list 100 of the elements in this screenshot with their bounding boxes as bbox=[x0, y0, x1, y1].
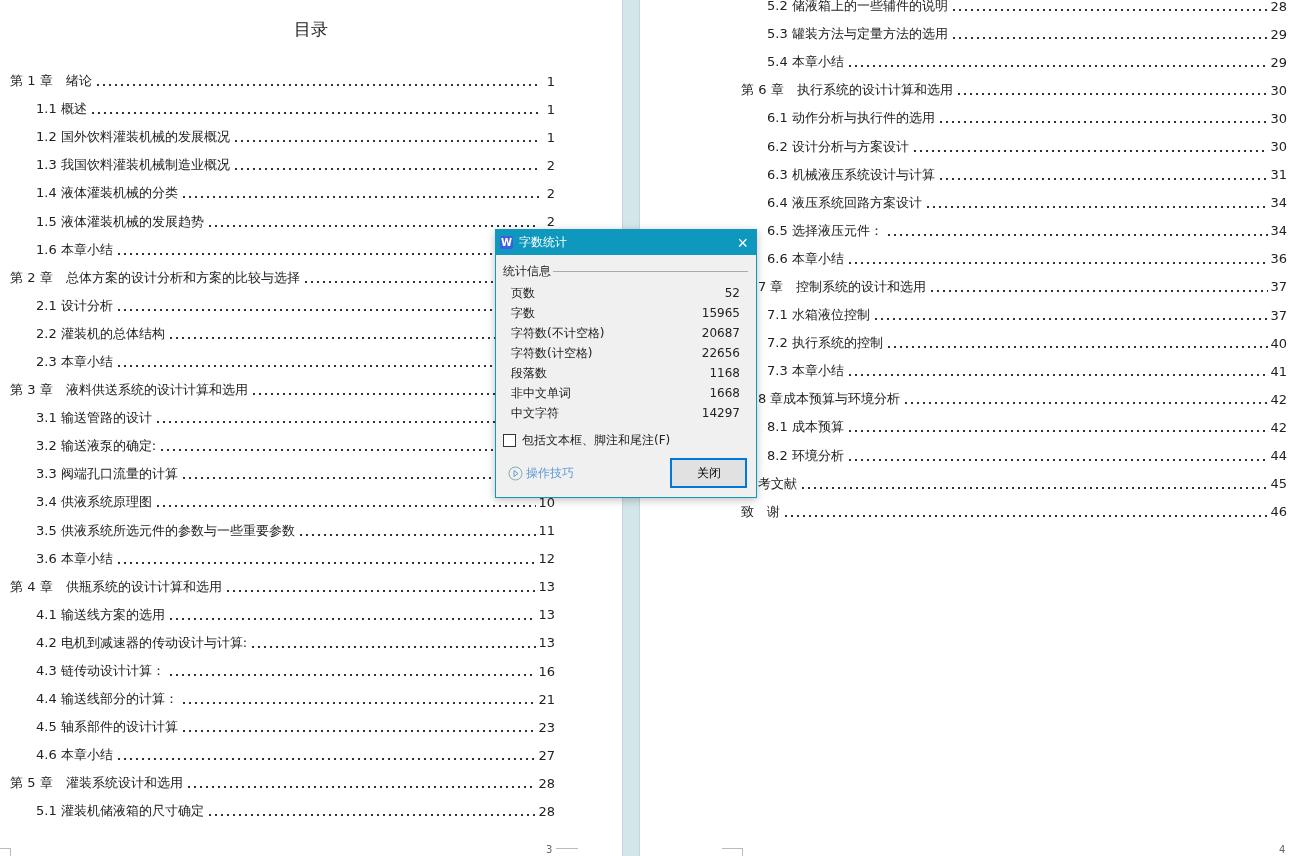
page-number: 12 bbox=[537, 551, 555, 567]
toc-entry: 4.5 轴系部件的设计计算 bbox=[36, 718, 179, 737]
page-number: 11 bbox=[537, 523, 555, 539]
stat-value: 14297 bbox=[701, 406, 740, 420]
toc-entry: 7.1 水箱液位控制 bbox=[767, 306, 871, 325]
page-number: 10 bbox=[537, 494, 555, 510]
toc-entry: 第 1 章 绪论 bbox=[10, 72, 93, 91]
play-icon bbox=[508, 465, 523, 481]
page-number: 13 bbox=[537, 635, 555, 651]
page-number: 2 bbox=[545, 214, 555, 229]
page-number: 1 bbox=[545, 73, 555, 89]
page-number: 21 bbox=[537, 691, 555, 707]
stat-value: 52 bbox=[724, 286, 740, 300]
page-number: 30 bbox=[1269, 82, 1287, 98]
page-number: 2 bbox=[545, 157, 555, 173]
dialog-title: 字数统计 bbox=[519, 234, 568, 251]
toc-entry: 第 6 章 执行系统的设计计算和选用 bbox=[741, 81, 954, 100]
page-number: 13 bbox=[537, 579, 555, 595]
toc-entry: 5.3 罐装方法与定量方法的选用 bbox=[767, 25, 949, 44]
stat-label: 页数 bbox=[511, 284, 535, 302]
page-number: 46 bbox=[1269, 504, 1287, 520]
page-number: 37 bbox=[1269, 279, 1287, 295]
toc-entry: 第 5 章 灌装系统设计和选用 bbox=[10, 774, 184, 793]
stat-value: 15965 bbox=[701, 306, 740, 320]
page-number: 30 bbox=[1269, 139, 1287, 154]
stat-label: 非中文单词 bbox=[511, 384, 571, 402]
toc-entry: 7.2 执行系统的控制 bbox=[767, 334, 884, 353]
page-number: 40 bbox=[1269, 335, 1287, 351]
stat-value: 22656 bbox=[701, 346, 740, 360]
toc-entry: 2.3 本章小结 bbox=[36, 353, 114, 371]
toc-entry: 4.2 电机到减速器的传动设计与计算: bbox=[36, 633, 249, 652]
toc-entry: 8 章成本预算与环境分析 bbox=[758, 390, 902, 409]
toc-title: 目录 bbox=[293, 18, 329, 41]
toc-entry: 1.6 本章小结 bbox=[36, 240, 114, 259]
stat-label: 字符数(计空格) bbox=[511, 344, 593, 362]
toc-entry: 6.3 机械液压系统设计与计算 bbox=[767, 165, 936, 184]
page-number: 30 bbox=[1269, 110, 1287, 126]
toc-entry: 5.4 本章小结 bbox=[767, 53, 845, 72]
toc-entry: 致 谢 bbox=[741, 502, 781, 521]
page-number: 28 bbox=[1269, 0, 1287, 14]
page-number: 28 bbox=[537, 775, 555, 791]
page-footer-number: 4 bbox=[1279, 844, 1286, 856]
toc-entry: 第 4 章 供瓶系统的设计计算和选用 bbox=[10, 577, 223, 596]
page-number: 1 bbox=[545, 129, 555, 145]
toc-entry: 5.1 灌装机储液箱的尺寸确定 bbox=[36, 802, 205, 821]
toc-entry: 4.1 输送线方案的选用 bbox=[36, 605, 166, 624]
toc-entry: 5.2 储液箱上的一些辅件的说明 bbox=[767, 0, 949, 16]
page-number: 23 bbox=[537, 719, 555, 735]
page-number: 16 bbox=[537, 663, 555, 679]
toc-entry: 1.5 液体灌装机械的发展趋势 bbox=[36, 212, 205, 231]
toc-entry: 6.1 动作分析与执行件的选用 bbox=[767, 109, 936, 128]
checkbox-label[interactable]: 包括文本框、脚注和尾注(F) bbox=[522, 432, 671, 449]
close-dialog-button[interactable]: 关闭 bbox=[670, 458, 747, 488]
toc-entry: 6.4 液压系统回路方案设计 bbox=[767, 193, 923, 212]
page-number: 36 bbox=[1269, 251, 1287, 267]
page-number: 13 bbox=[537, 607, 555, 623]
toc-entry: 4.6 本章小结 bbox=[36, 746, 114, 765]
toc-entry: 6.6 本章小结 bbox=[767, 249, 845, 268]
page-number: 41 bbox=[1269, 363, 1287, 379]
page-number: 29 bbox=[1269, 26, 1287, 42]
toc-entry: 考文献 bbox=[758, 474, 798, 493]
page-number: 34 bbox=[1269, 223, 1287, 239]
page-number: 42 bbox=[1269, 419, 1287, 435]
toc-entry: 3.2 输送液泵的确定: bbox=[36, 437, 158, 456]
toc-entry: 第 3 章 液料供送系统的设计计算和选用 bbox=[10, 381, 249, 400]
toc-entry: 1.1 概述 bbox=[36, 100, 88, 119]
toc-entry: 7 章 控制系统的设计和选用 bbox=[758, 278, 928, 296]
page-number: 2 bbox=[545, 185, 555, 201]
toc-entry: 3.3 阀端孔口流量的计算 bbox=[36, 465, 179, 484]
toc-entry: 8.1 成本预算 bbox=[767, 418, 845, 437]
page-number: 28 bbox=[537, 804, 555, 819]
toc-entry: 1.4 液体灌装机械的分类 bbox=[36, 184, 179, 203]
stat-label: 段落数 bbox=[511, 364, 547, 382]
stat-label: 字符数(不计空格) bbox=[511, 324, 605, 342]
toc-entry: 3.1 输送管路的设计 bbox=[36, 409, 153, 428]
page-number: 37 bbox=[1269, 307, 1287, 323]
page-number: 45 bbox=[1269, 476, 1287, 492]
toc-entry: 2.1 设计分析 bbox=[36, 296, 114, 315]
page-footer-number: 3 bbox=[546, 844, 553, 856]
app-icon: W bbox=[500, 236, 513, 249]
page-number: 31 bbox=[1269, 167, 1287, 183]
toc-entry: 7.3 本章小结 bbox=[767, 362, 845, 381]
toc-entry: 1.3 我国饮料灌装机械制造业概况 bbox=[36, 156, 231, 175]
toc-entry: 4.3 链传动设计计算： bbox=[36, 662, 166, 680]
toc-entry: 1.2 国外饮料灌装机械的发展概况 bbox=[36, 128, 231, 147]
stat-label: 中文字符 bbox=[511, 404, 559, 422]
group-label: 统计信息 bbox=[503, 263, 551, 280]
stat-value: 1168 bbox=[709, 366, 740, 380]
stat-value: 1668 bbox=[709, 386, 740, 400]
page-number: 1 bbox=[545, 101, 555, 117]
stat-label: 字数 bbox=[511, 304, 535, 322]
page-number: 42 bbox=[1269, 391, 1287, 407]
page-number: 34 bbox=[1269, 195, 1287, 211]
checkbox[interactable] bbox=[503, 434, 516, 447]
toc-entry: 4.4 输送线部分的计算： bbox=[36, 690, 179, 709]
toc-entry: 第 2 章 总体方案的设计分析和方案的比较与选择 bbox=[10, 268, 301, 287]
toc-entry: 3.6 本章小结 bbox=[36, 549, 114, 568]
toc-entry: 3.4 供液系统原理图 bbox=[36, 493, 153, 512]
toc-entry: 6.5 选择液压元件： bbox=[767, 221, 884, 240]
toc-entry: 6.2 设计分析与方案设计 bbox=[767, 137, 910, 156]
